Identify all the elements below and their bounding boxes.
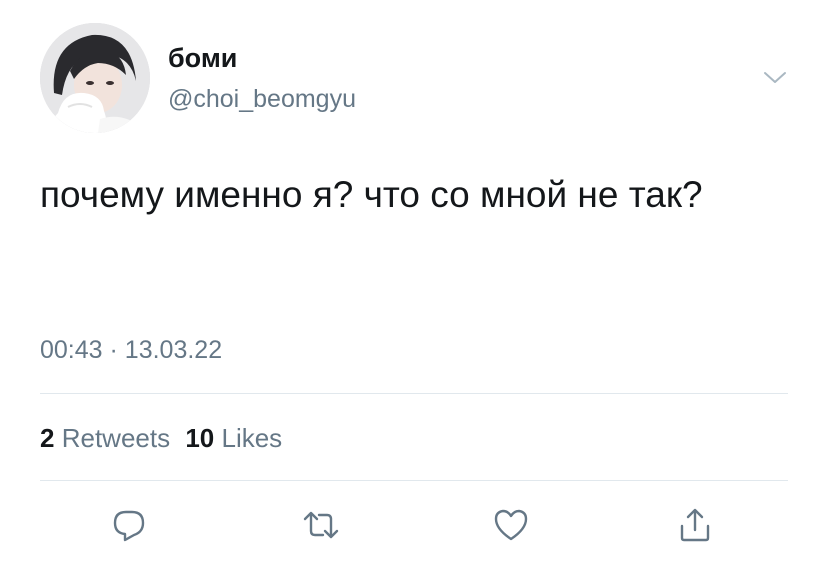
retweets-stat[interactable]: 2 Retweets — [40, 423, 170, 453]
tweet-actions — [0, 500, 828, 550]
retweets-count: 2 — [40, 423, 55, 453]
avatar-photo — [40, 23, 150, 133]
share-icon — [680, 508, 710, 542]
display-name[interactable]: боми — [168, 42, 237, 74]
tweet-timestamp[interactable]: 00:43 · 13.03.22 — [40, 333, 222, 367]
likes-stat[interactable]: 10 Likes — [185, 423, 282, 453]
reply-button[interactable] — [104, 500, 154, 550]
likes-count: 10 — [185, 423, 215, 453]
chevron-down-icon[interactable] — [760, 66, 790, 88]
share-button[interactable] — [670, 500, 720, 550]
retweets-label: Retweets — [61, 423, 171, 453]
tweet-text: почему именно я? что со мной не так? — [40, 174, 703, 215]
user-handle[interactable]: @choi_beomgyu — [168, 84, 356, 114]
meta-separator: · — [109, 336, 118, 364]
avatar[interactable] — [40, 23, 150, 133]
retweet-icon — [303, 511, 339, 539]
tweet-time: 00:43 — [40, 336, 103, 364]
tweet-stats: 2 Retweets 10 Likes — [40, 421, 282, 455]
divider — [40, 393, 788, 394]
comment-icon — [113, 510, 145, 542]
like-button[interactable] — [486, 500, 536, 550]
tweet-date: 13.03.22 — [124, 336, 223, 364]
divider — [40, 480, 788, 481]
heart-icon — [494, 509, 528, 541]
retweet-button[interactable] — [296, 500, 346, 550]
likes-label: Likes — [221, 423, 283, 453]
